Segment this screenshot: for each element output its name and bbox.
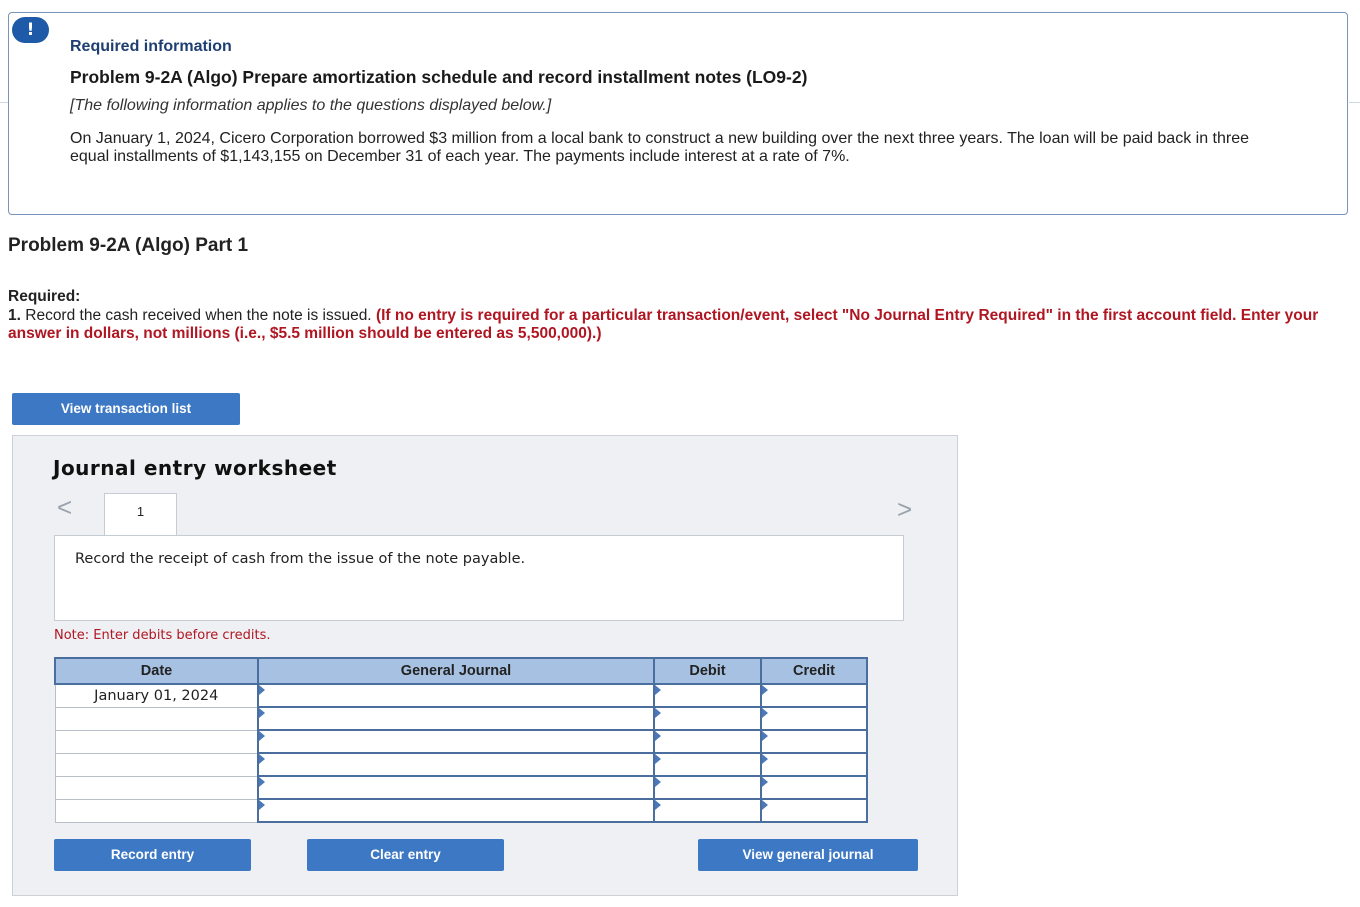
tab-entry-1[interactable]: 1	[104, 493, 177, 536]
required-information-panel: ! Required information Problem 9-2A (Alg…	[8, 12, 1348, 215]
account-dropdown[interactable]	[257, 729, 655, 754]
date-cell: January 01, 2024	[54, 683, 259, 708]
part-title: Problem 9-2A (Algo) Part 1	[8, 235, 249, 256]
column-header-credit: Credit	[760, 657, 868, 685]
previous-arrow-icon[interactable]: <	[57, 494, 72, 520]
required-label: Required:	[8, 288, 81, 305]
table-row: January 01, 2024	[54, 683, 868, 708]
view-general-journal-button[interactable]: View general journal	[698, 839, 918, 871]
account-dropdown[interactable]	[257, 683, 655, 708]
date-cell	[54, 798, 259, 823]
debit-input[interactable]	[653, 798, 762, 823]
table-row	[54, 798, 868, 823]
account-dropdown[interactable]	[257, 798, 655, 823]
journal-entry-worksheet: Journal entry worksheet < > 1 Record the…	[12, 435, 958, 896]
credit-input[interactable]	[760, 706, 868, 731]
table-row	[54, 752, 868, 777]
debit-input[interactable]	[653, 706, 762, 731]
column-header-debit: Debit	[653, 657, 762, 685]
credit-input[interactable]	[760, 798, 868, 823]
required-information-heading: Required information	[70, 38, 232, 55]
worksheet-title: Journal entry worksheet	[53, 456, 337, 480]
debit-input[interactable]	[653, 752, 762, 777]
date-cell	[54, 775, 259, 800]
account-dropdown[interactable]	[257, 706, 655, 731]
problem-title: Problem 9-2A (Algo) Prepare amortization…	[70, 67, 808, 87]
table-row	[54, 729, 868, 754]
account-dropdown[interactable]	[257, 752, 655, 777]
required-item: 1. Record the cash received when the not…	[8, 307, 1338, 344]
alert-icon: !	[12, 17, 49, 43]
record-entry-button[interactable]: Record entry	[54, 839, 251, 871]
transaction-description-box: Record the receipt of cash from the issu…	[54, 535, 904, 621]
scenario-text: On January 1, 2024, Cicero Corporation b…	[70, 130, 1250, 165]
date-cell	[54, 706, 259, 731]
clear-entry-button[interactable]: Clear entry	[307, 839, 504, 871]
debit-input[interactable]	[653, 729, 762, 754]
credit-input[interactable]	[760, 775, 868, 800]
required-instructions: Required: 1. Record the cash received wh…	[8, 288, 1338, 344]
date-cell	[54, 752, 259, 777]
column-header-general-journal: General Journal	[257, 657, 655, 685]
debit-input[interactable]	[653, 683, 762, 708]
credit-input[interactable]	[760, 729, 868, 754]
credit-input[interactable]	[760, 683, 868, 708]
view-transaction-list-button[interactable]: View transaction list	[12, 393, 240, 425]
table-row	[54, 775, 868, 800]
debit-input[interactable]	[653, 775, 762, 800]
divider-left	[0, 102, 8, 103]
column-header-date: Date	[54, 657, 259, 685]
applies-note: [The following information applies to th…	[70, 97, 552, 114]
journal-table-header: Date General Journal Debit Credit	[54, 657, 868, 685]
table-row	[54, 706, 868, 731]
divider-right	[1349, 102, 1360, 103]
date-cell	[54, 729, 259, 754]
required-item-number: 1.	[8, 306, 21, 324]
account-dropdown[interactable]	[257, 775, 655, 800]
credit-input[interactable]	[760, 752, 868, 777]
journal-table: Date General Journal Debit Credit Januar…	[54, 657, 868, 823]
transaction-description: Record the receipt of cash from the issu…	[75, 551, 526, 567]
debits-credits-note: Note: Enter debits before credits.	[54, 628, 271, 643]
required-item-text: Record the cash received when the note i…	[25, 306, 372, 324]
next-arrow-icon[interactable]: >	[897, 496, 912, 522]
